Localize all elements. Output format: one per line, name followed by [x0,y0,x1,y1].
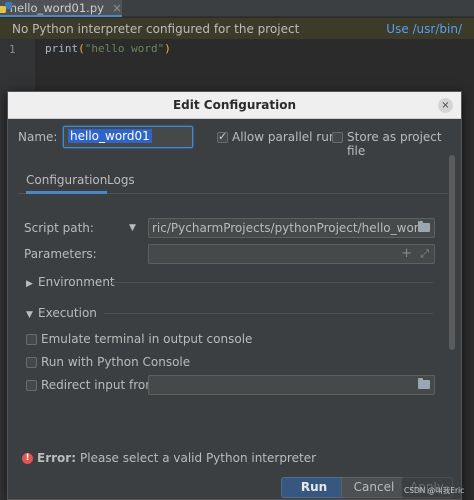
error-message-row: ! Error: Please select a valid Python in… [22,451,316,465]
script-path-label: Script path: [24,221,94,235]
use-interpreter-link[interactable]: Use /usr/bin/ [386,22,462,36]
error-message: Please select a valid Python interpreter [80,451,317,465]
code-paren-open: ( [78,42,85,55]
expand-icon[interactable]: ⤢ [420,247,429,261]
name-input[interactable]: hello_word01 [63,126,193,148]
execution-section[interactable]: ▼ Execution [26,306,97,320]
dialog-title: Edit Configuration [172,98,297,112]
interpreter-banner: No Python interpreter configured for the… [0,18,474,39]
environment-divider [110,282,433,283]
tab-configuration[interactable]: Configuration [26,173,108,194]
environment-section[interactable]: ▶ Environment [26,275,115,289]
code-function: print [45,42,79,55]
redirect-input-field[interactable] [148,375,435,395]
banner-message: No Python interpreter configured for the… [12,21,300,36]
editor-tab-bar: hello_word01.py × [0,0,474,17]
allow-parallel-run-label: Allow parallel run [232,130,337,144]
dialog-close-button[interactable]: × [438,98,453,113]
name-label: Name: [18,130,58,144]
edit-configuration-dialog: Edit Configuration × Name: hello_word01 … [7,91,462,500]
script-path-field[interactable]: ric/PycharmProjects/pythonProject/hello_… [148,218,435,238]
error-prefix: Error: [37,451,76,465]
script-path-value: ric/PycharmProjects/pythonProject/hello_… [152,221,420,235]
browse-folder-icon[interactable] [418,378,430,389]
execution-label: Execution [38,306,97,320]
chevron-right-icon: ▶ [26,279,33,289]
chevron-down-icon: ▼ [26,310,33,320]
redirect-input-label: Redirect input from: [41,378,161,392]
emulate-terminal-checkbox[interactable] [26,334,37,345]
close-icon[interactable]: × [112,1,122,15]
error-icon: ! [22,452,33,464]
emulate-terminal-label: Emulate terminal in output console [41,332,253,346]
allow-parallel-run-checkbox[interactable] [217,130,228,143]
file-tab-label: hello_word01.py [9,0,104,15]
run-with-python-console-label: Run with Python Console [41,355,191,369]
code-paren-close: ) [164,42,171,55]
config-tabs: Configuration Logs [18,170,448,194]
name-input-value: hello_word01 [68,129,152,143]
watermark: CSDN @叫我Eric [404,486,465,495]
file-tab[interactable]: hello_word01.py × [0,0,122,17]
browse-folder-icon[interactable] [418,221,430,232]
parameters-field[interactable]: + ⤢ [148,244,435,264]
redirect-input-checkbox[interactable] [26,380,37,391]
cancel-button[interactable]: Cancel [341,477,407,498]
tab-logs[interactable]: Logs [107,173,135,187]
line-number: 1 [9,43,16,56]
store-as-project-file-checkbox[interactable] [332,132,343,143]
vertical-scrollbar[interactable] [449,155,455,350]
python-file-icon [0,2,12,13]
environment-label: Environment [38,275,115,289]
execution-divider [104,313,433,314]
code-string: "hello word" [84,42,165,55]
dialog-titlebar[interactable]: Edit Configuration × [8,92,461,119]
add-icon[interactable]: + [401,246,412,261]
script-path-dropdown-icon[interactable]: ▼ [129,223,136,233]
run-with-python-console-checkbox[interactable] [26,357,37,368]
configuration-panel: Script path: ▼ ric/PycharmProjects/pytho… [18,196,448,421]
run-button[interactable]: Run [281,477,347,498]
parameters-label: Parameters: [24,247,97,261]
store-as-project-file-label: Store as project file [347,130,442,158]
code-line[interactable]: print("hello word") [45,42,171,55]
